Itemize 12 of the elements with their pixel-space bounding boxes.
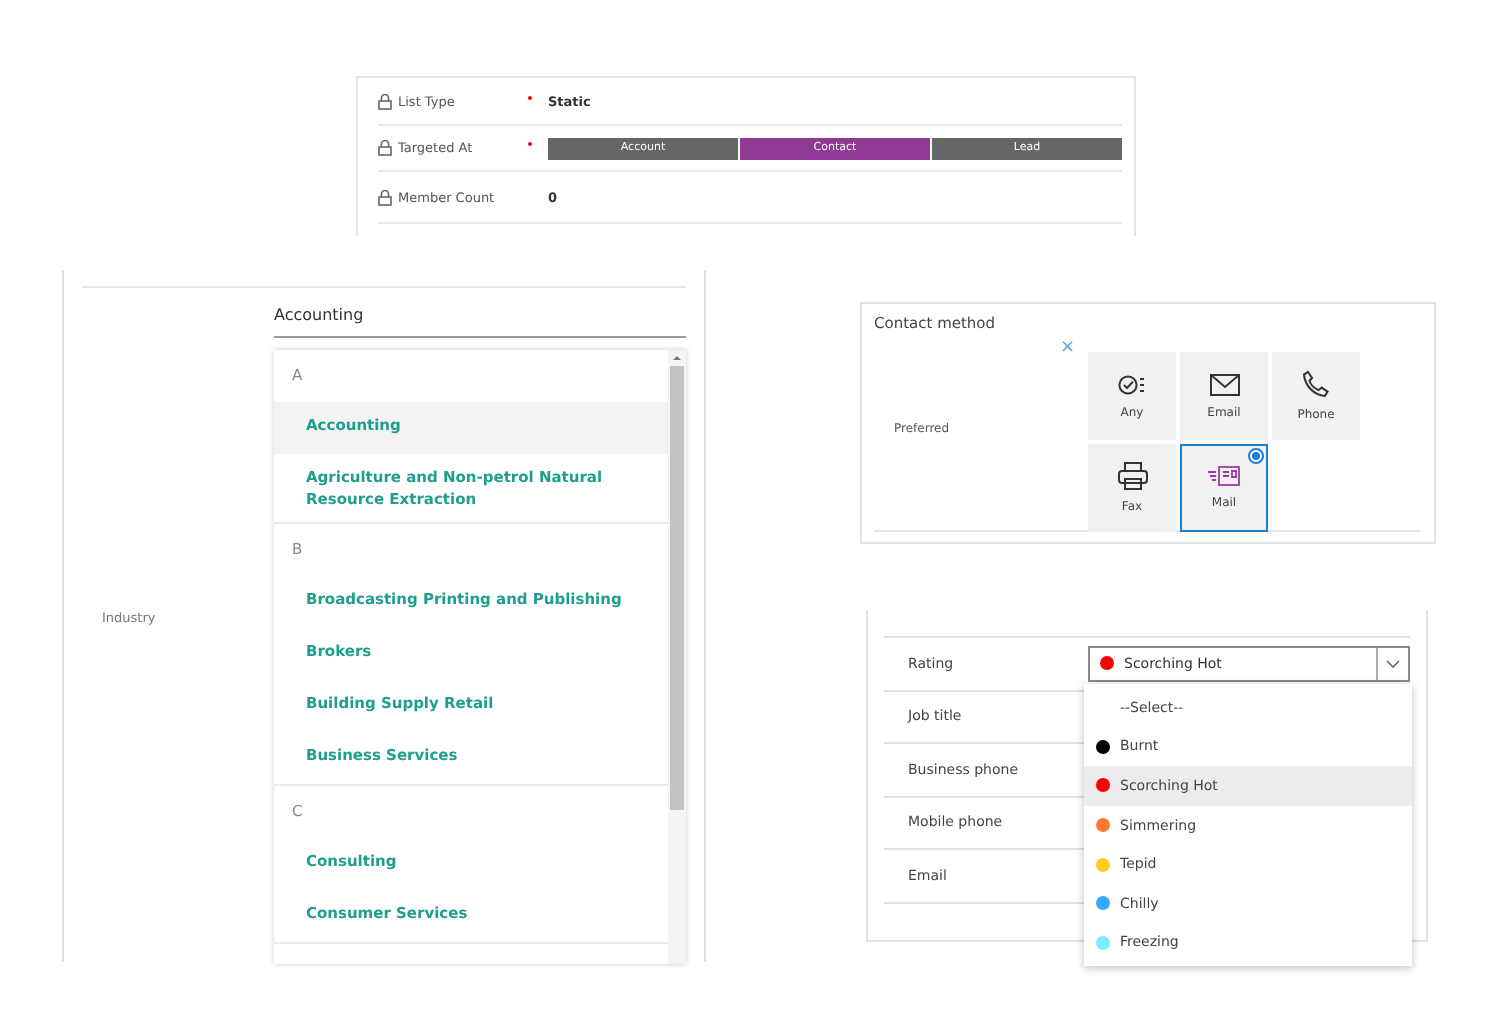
- envelope-icon: [1209, 373, 1239, 395]
- scroll-up-icon[interactable]: [672, 354, 682, 362]
- printer-icon: [1117, 462, 1147, 490]
- chevron-down-icon: [1386, 659, 1400, 668]
- phone-icon: [1302, 370, 1330, 398]
- lookup-field[interactable]: Accounting: [274, 288, 686, 338]
- mail-icon: [1208, 466, 1240, 486]
- check-list-icon: [1118, 373, 1146, 395]
- lock-icon: [378, 93, 392, 109]
- lock-icon: [378, 140, 392, 156]
- lock-icon: [378, 189, 392, 205]
- scrollbar-thumb[interactable]: [670, 366, 684, 810]
